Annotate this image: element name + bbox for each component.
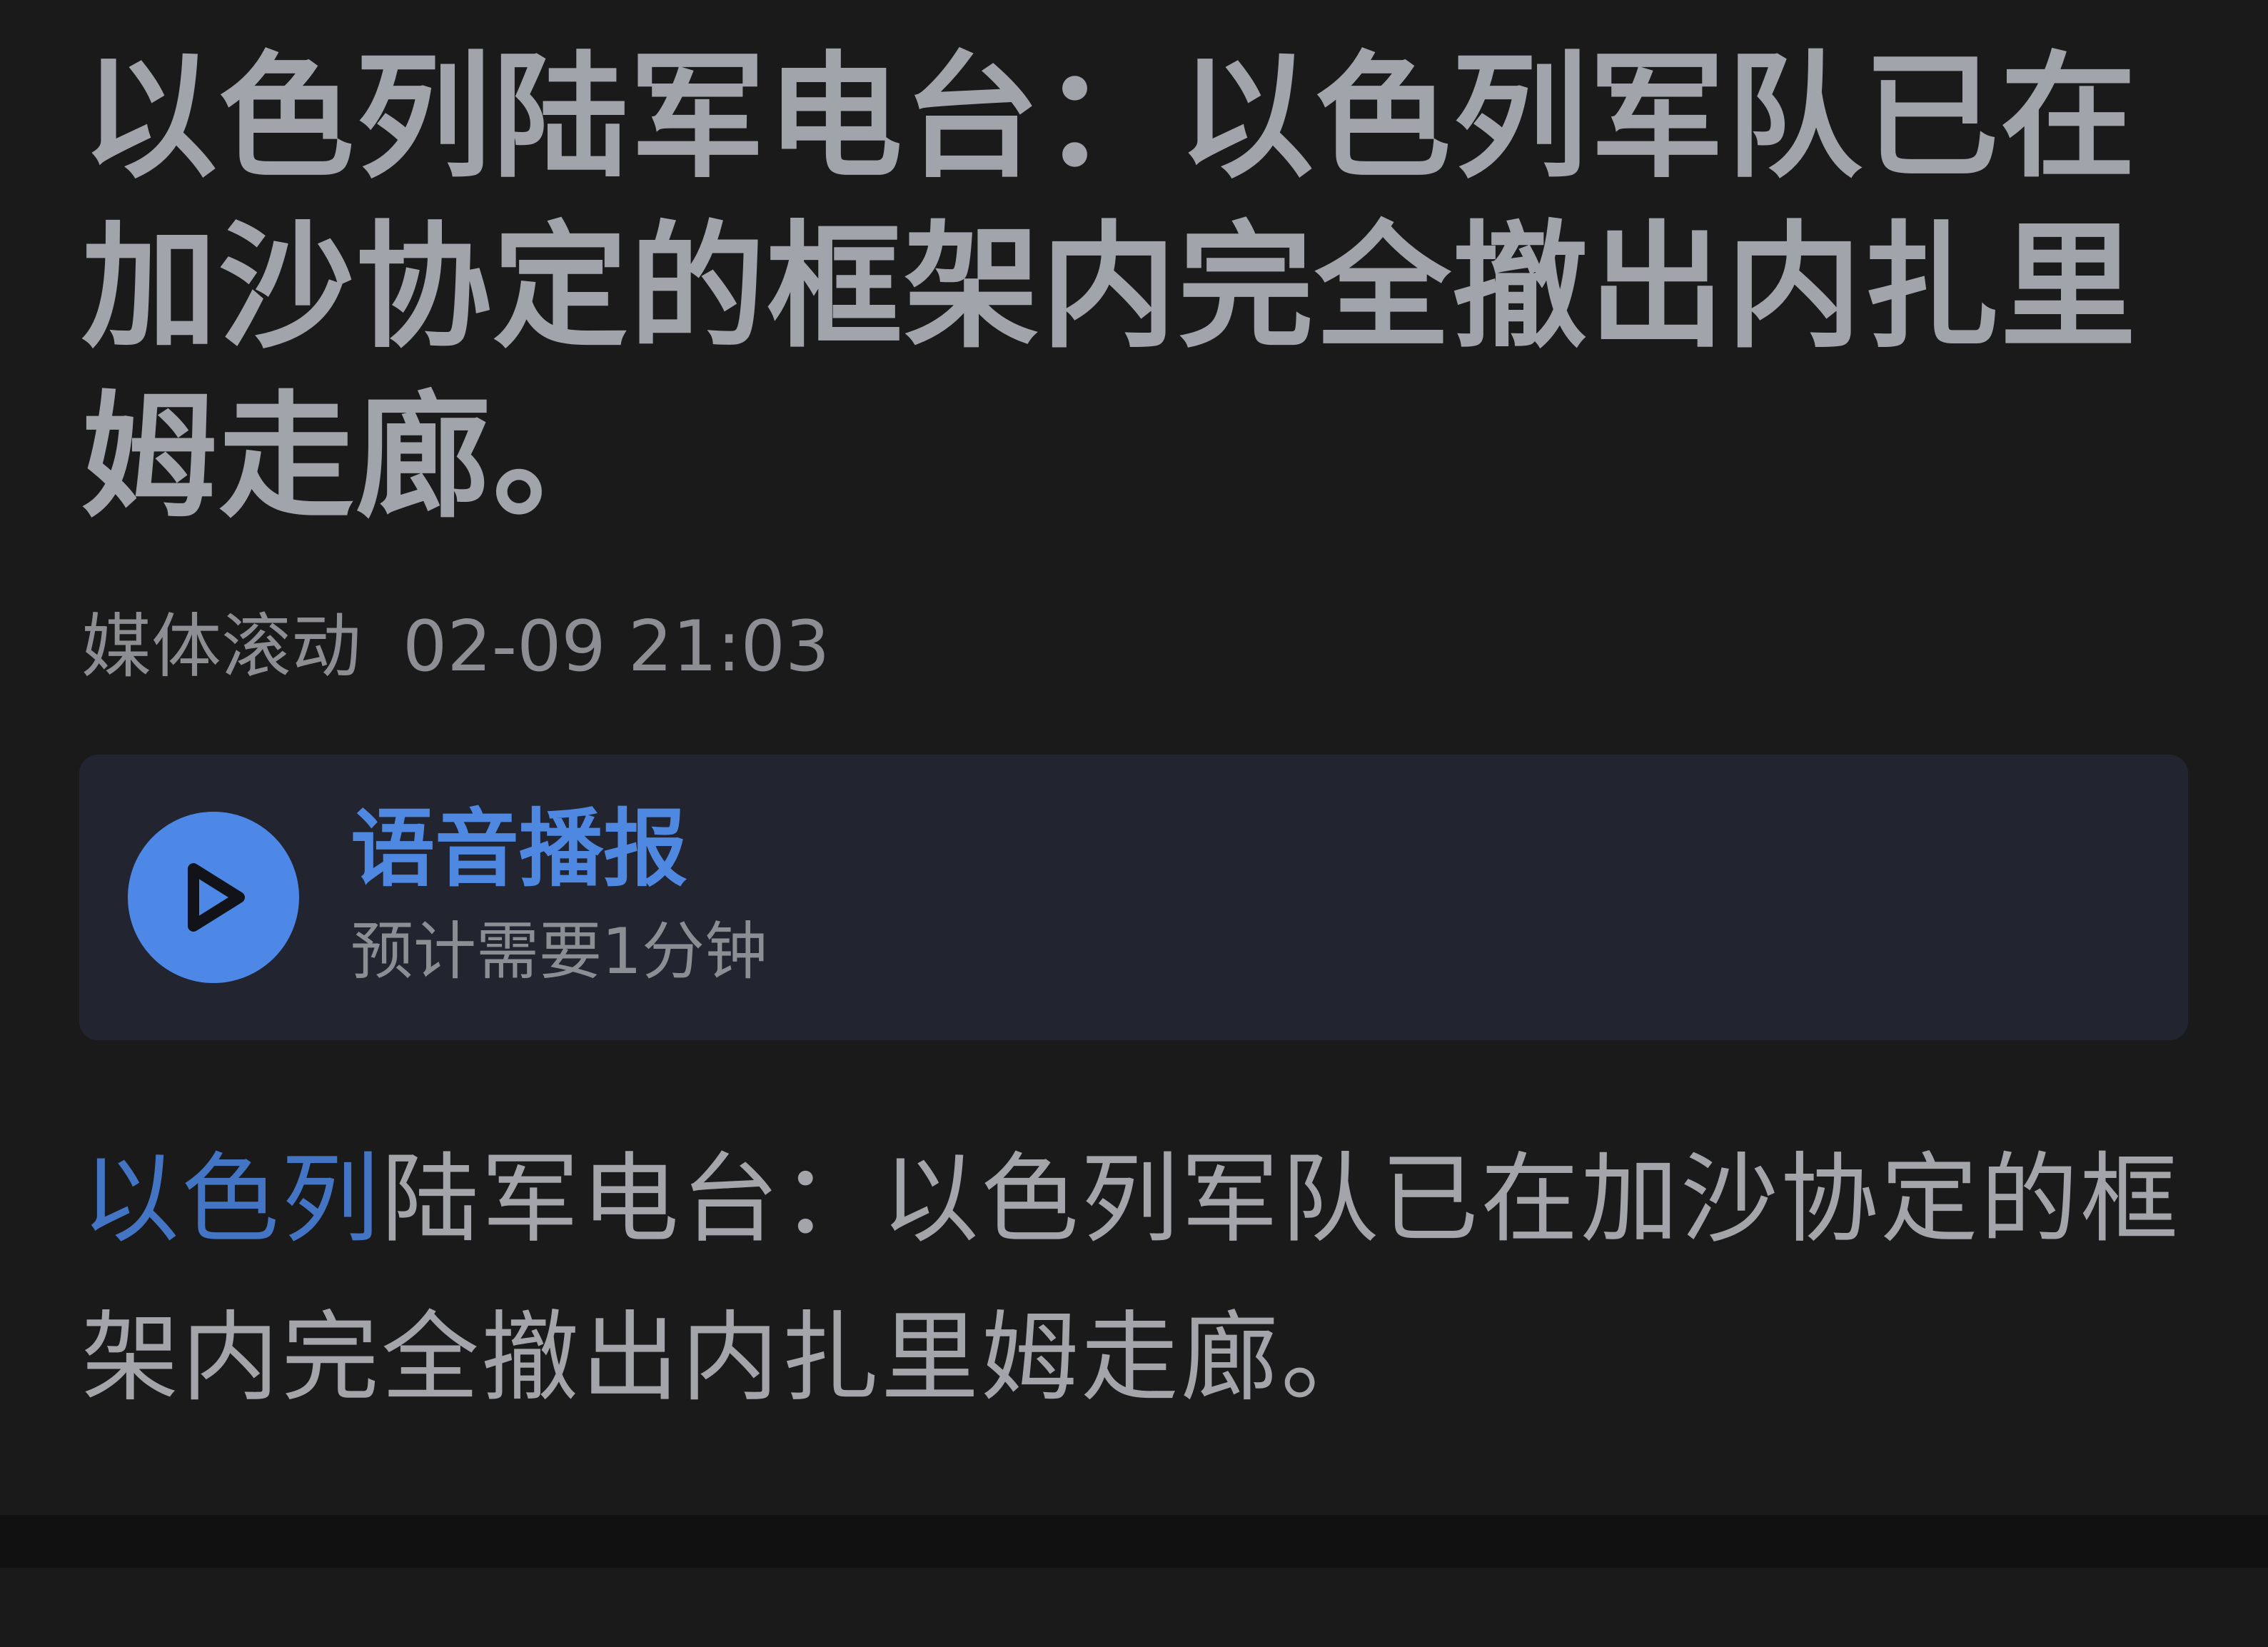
play-icon (188, 863, 245, 932)
article-meta: 媒体滚动 02-09 21:03 (81, 604, 830, 690)
article-body-text: 陆军电台：以色列军队已在加沙协定的框架内完全撤出内扎里姆走廊。 (81, 1143, 2181, 1415)
article-headline: 以色列陆军电台：以色列军队已在加沙协定的框架内完全撤出内扎里姆走廊。 (81, 39, 2138, 536)
audio-duration-estimate: 预计需要1分钟 (351, 915, 767, 988)
article-container: 以色列陆军电台：以色列军队已在加沙协定的框架内完全撤出内扎里姆走廊。 媒体滚动 0… (0, 0, 2268, 1515)
tag-link-israel[interactable]: 以色列 (81, 1143, 381, 1256)
play-button[interactable] (128, 812, 299, 983)
section-divider (0, 1515, 2268, 1568)
bottom-area (0, 1568, 2268, 1647)
article-time: 02-09 21:03 (403, 606, 830, 687)
article-body: 以色列陆军电台：以色列军队已在加沙协定的框架内完全撤出内扎里姆走廊。 (81, 1121, 2194, 1438)
article-source[interactable]: 媒体滚动 (81, 606, 361, 687)
audio-broadcast-card[interactable]: 语音播报 预计需要1分钟 (79, 755, 2188, 1040)
audio-broadcast-title: 语音播报 (351, 800, 688, 898)
